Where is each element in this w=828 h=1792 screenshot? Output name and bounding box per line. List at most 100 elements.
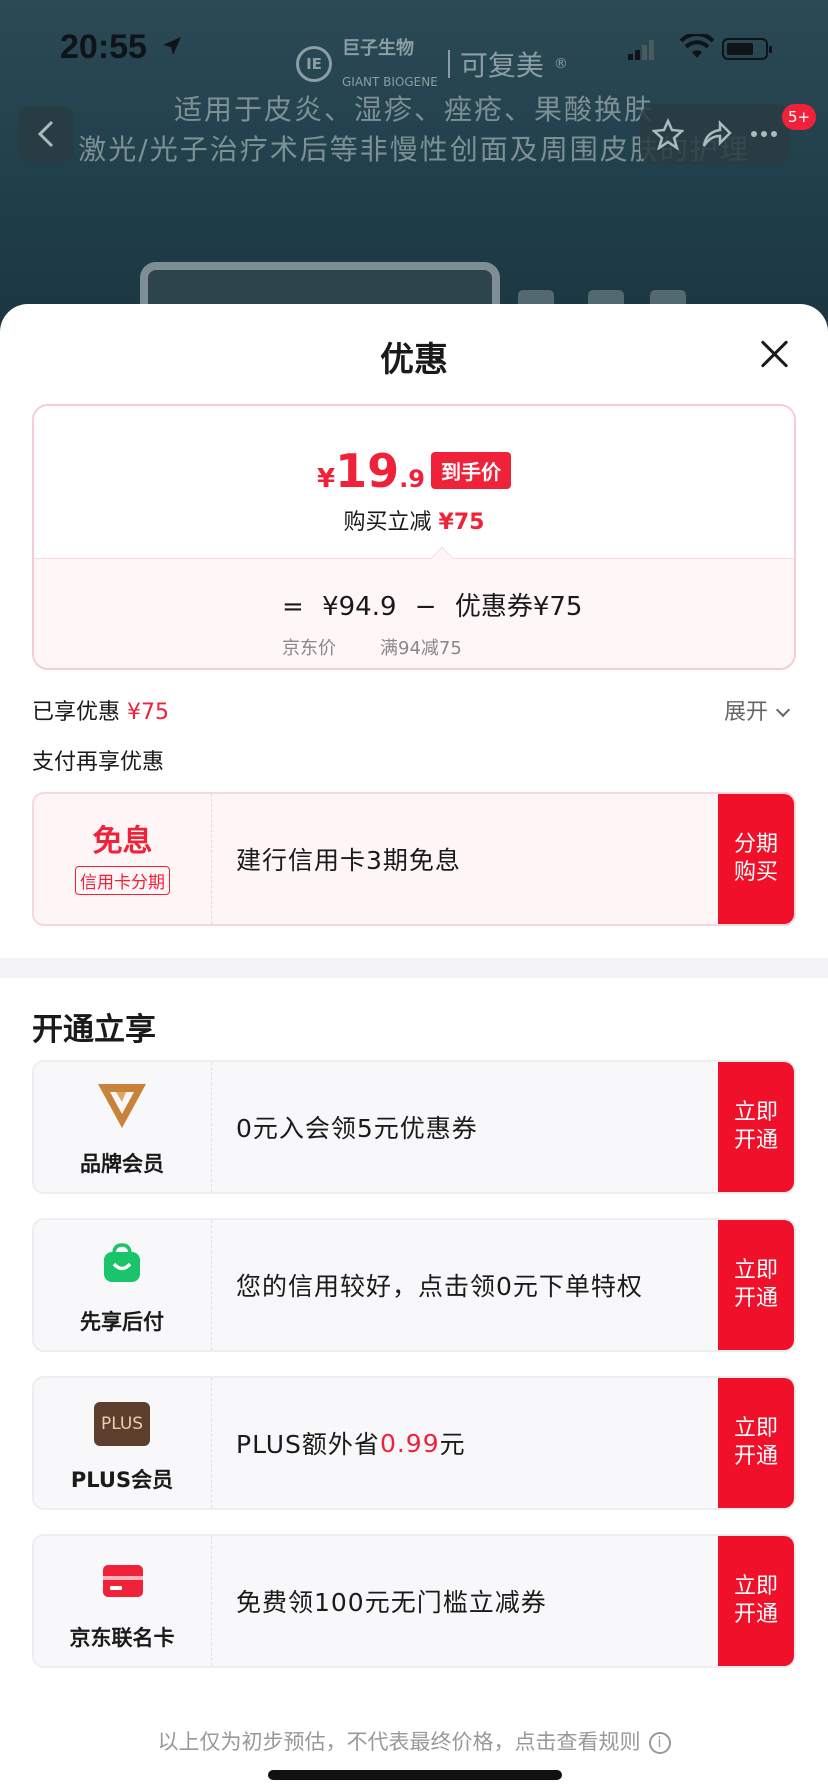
share-button[interactable] [700,118,732,150]
offer-label: 京东联名卡 [69,1626,175,1650]
offer-desc: 0元入会领5元优惠券 [236,1114,478,1143]
price-decimal: .9 [399,465,425,493]
installment-sub: 信用卡分期 [75,866,170,895]
offer-desc: 您的信用较好，点击领0元下单特权 [236,1272,643,1301]
offer-badge: PLUS PLUS会员 [34,1378,212,1508]
currency-symbol: ¥ [317,464,336,494]
shopping-bag-icon [104,1243,140,1282]
reduce-label: 购买立减 [343,510,432,535]
offer-desc-value: 0.99 [379,1428,440,1458]
offer-badge: 先享后付 [34,1220,212,1350]
expand-button[interactable]: 展开 [724,694,791,726]
action-line: 开通 [733,1444,778,1469]
action-line: 开通 [733,1286,778,1311]
pay-later-card[interactable]: 先享后付 您的信用较好，点击领0元下单特权 立即开通 [32,1218,796,1352]
product-page-background: 20:55 IE 巨子生物 GIANT BIOGENE 可复美 ® 适用于皮炎、湿… [0,0,828,340]
installment-badge: 免息 信用卡分期 [34,794,212,924]
price-summary: ¥19.9 到手价 购买立减 ¥75 [34,406,794,558]
installment-card[interactable]: 免息 信用卡分期 建行信用卡3期免息 分期购买 [32,792,796,926]
status-time: 20:55 [60,28,147,66]
open-now-button[interactable]: 立即 开通 [718,1220,794,1350]
action-line: 开通 [733,1128,778,1153]
installment-desc: 建行信用卡3期免息 [236,846,461,875]
brand-en: GIANT BIOGENE [342,75,438,89]
action-line: 立即 [733,1574,778,1599]
equals-sign: = [282,592,304,622]
action-line: 立即 [733,1100,778,1125]
discount-sheet: 优惠 ¥19.9 到手价 购买立减 ¥75 = ¥94.9 − 优惠券¥75 京东… [0,304,828,1792]
brand-product: 可复美 [459,48,544,82]
share-icon [702,119,732,147]
action-line: 开通 [733,1602,778,1627]
reduce-value: ¥75 [438,510,485,535]
section-divider [0,958,828,978]
open-now-button[interactable]: 立即 开通 [718,1378,794,1508]
star-icon [651,117,685,151]
pay-more-label: 支付再享优惠 [32,750,165,775]
enjoyed-discount: 已享优惠 ¥75 [32,694,169,726]
offer-desc-suffix: 元 [439,1430,466,1459]
sheet-title: 优惠 [380,340,448,380]
minus-sign: − [414,592,437,622]
plus-icon: PLUS [94,1402,150,1446]
enjoyed-label: 已享优惠 [32,700,121,725]
jd-price: ¥94.9 [322,592,397,622]
final-price-tag: 到手价 [430,452,511,489]
top-nav-actions [640,104,790,164]
offer-desc: 免费领100元无门槛立减券 [236,1588,547,1617]
status-bar: 20:55 IE 巨子生物 GIANT BIOGENE 可复美 ® [0,0,828,96]
price-equation: = ¥94.9 − 优惠券¥75 [282,586,592,623]
close-button[interactable] [754,334,794,374]
price-integer: 19 [335,444,400,498]
coupon-amount: 优惠券¥75 [454,592,583,622]
action-line: 立即 [733,1416,778,1441]
home-indicator [268,1770,562,1780]
chevron-left-icon [37,120,54,148]
reduce-line: 购买立减 ¥75 [34,504,794,536]
brand-divider [447,49,450,78]
expand-label: 展开 [724,700,769,725]
offer-label: 先享后付 [80,1310,164,1334]
jd-price-label: 京东价 [282,638,336,659]
coupon-rule: 满94减75 [380,638,462,659]
brand-logo-icon: IE [296,45,332,82]
offer-desc-prefix: PLUS额外省 [236,1430,380,1459]
jd-cobrand-card[interactable]: 京东联名卡 免费领100元无门槛立减券 立即开通 [32,1534,796,1668]
brand-logo: IE 巨子生物 GIANT BIOGENE 可复美 ® [296,34,568,93]
favorite-button[interactable] [651,117,685,151]
offer-badge: 京东联名卡 [34,1536,212,1666]
more-button[interactable] [748,118,780,150]
location-arrow-icon [163,37,181,55]
open-now-button[interactable]: 立即 开通 [718,1536,794,1666]
more-icon [751,131,777,137]
enjoyed-value: ¥75 [127,700,170,725]
price-breakdown: ¥19.9 到手价 购买立减 ¥75 = ¥94.9 − 优惠券¥75 京东价 满… [32,404,796,670]
action-line: 分期 [733,832,778,857]
open-now-button[interactable]: 立即 开通 [718,1062,794,1192]
chevron-down-icon [775,702,791,718]
action-line: 购买 [733,860,778,885]
installment-buy-button[interactable]: 分期 购买 [718,794,794,924]
offer-badge: 品牌会员 [34,1062,212,1192]
installment-title: 免息 [92,824,153,859]
back-button[interactable] [18,106,74,162]
action-line: 立即 [733,1258,778,1283]
battery-icon [722,38,772,60]
credit-card-icon [103,1565,143,1597]
offer-desc: PLUS额外省 0.99 元 [236,1378,466,1508]
offer-label: 品牌会员 [80,1152,164,1176]
plus-member-card[interactable]: PLUS PLUS会员 PLUS额外省 0.99 元 立即开通 [32,1376,796,1510]
cart-badge: 5+ [782,104,816,130]
brand-member-icon [98,1084,146,1128]
wifi-icon [680,34,714,58]
offer-label: PLUS会员 [70,1468,174,1492]
brand-member-card[interactable]: 品牌会员 0元入会领5元优惠券 立即开通 [32,1060,796,1194]
signal-icon [628,40,654,60]
final-price: ¥19.9 到手价 [34,444,794,498]
brand-mark: ® [553,55,568,72]
footer-text: 以上仅为初步预估，不代表最终价格，点击查看规则 [157,1730,641,1754]
rules-link[interactable]: 以上仅为初步预估，不代表最终价格，点击查看规则 i [0,1726,828,1756]
brand-cn: 巨子生物 [342,38,414,59]
open-section-title: 开通立享 [32,1012,156,1048]
info-icon: i [648,1732,671,1754]
